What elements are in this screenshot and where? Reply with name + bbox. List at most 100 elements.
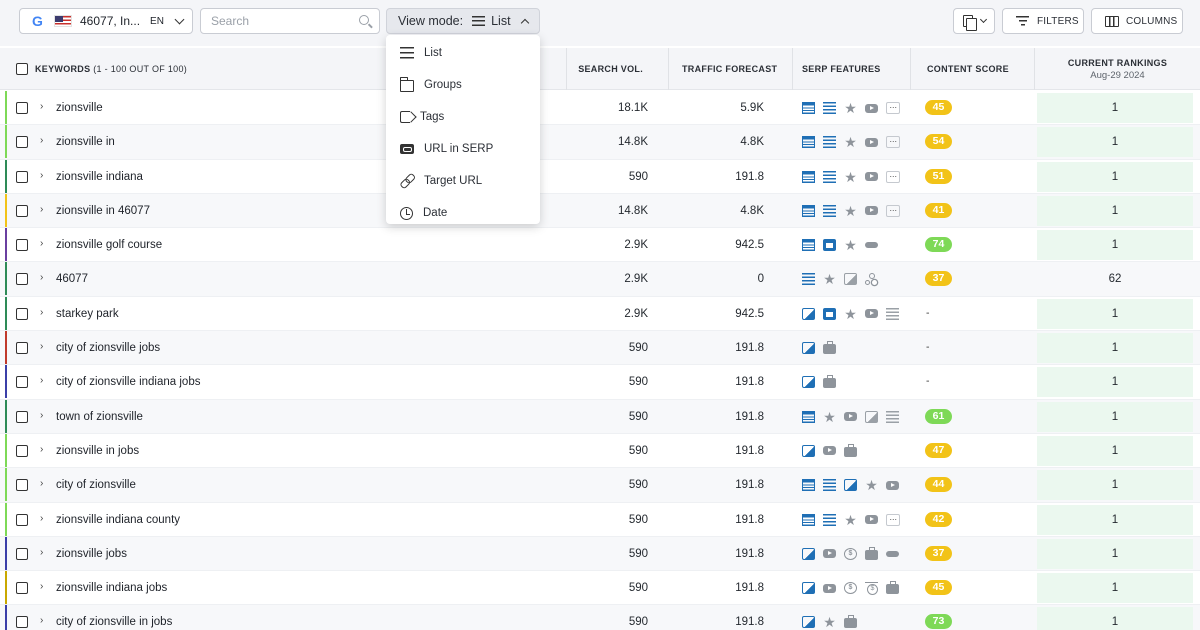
more-icon[interactable]: ··· (886, 204, 900, 217)
row-checkbox[interactable] (16, 170, 28, 183)
expand-chevron-icon[interactable]: › (40, 272, 43, 283)
expand-chevron-icon[interactable]: › (40, 513, 43, 524)
content-score-badge[interactable]: 47 (925, 442, 952, 458)
star-icon[interactable]: ★ (823, 615, 836, 629)
row-checkbox[interactable] (16, 479, 28, 492)
expand-chevron-icon[interactable]: › (40, 135, 43, 146)
more-icon[interactable]: ··· (886, 513, 900, 526)
row-checkbox[interactable] (16, 376, 28, 389)
jobs-icon[interactable] (823, 341, 836, 355)
expand-chevron-icon[interactable]: › (40, 238, 43, 249)
list-icon[interactable] (823, 479, 836, 492)
image-icon[interactable] (802, 547, 815, 560)
row-checkbox[interactable] (16, 410, 28, 423)
list-icon[interactable] (823, 136, 836, 149)
menu-item-date[interactable]: Date (386, 197, 540, 229)
menu-item-tags[interactable]: Tags (386, 101, 540, 133)
row-checkbox[interactable] (16, 273, 28, 286)
video-icon[interactable] (865, 137, 878, 147)
image-icon[interactable] (844, 479, 857, 492)
table-row[interactable]: › zionsville indiana jobs 590 191.8 $45 1 (0, 571, 1200, 606)
row-checkbox[interactable] (16, 307, 28, 320)
jobs-icon[interactable] (865, 546, 878, 560)
content-score-badge[interactable]: 41 (925, 202, 952, 218)
header-keywords[interactable]: KEYWORDS (1 - 100 OUT OF 100) (35, 48, 187, 90)
keyword-text[interactable]: town of zionsville (56, 411, 143, 423)
link-icon[interactable] (886, 550, 899, 557)
keyword-text[interactable]: 46077 (56, 273, 88, 285)
list-icon[interactable] (823, 170, 836, 183)
row-checkbox[interactable] (16, 547, 28, 560)
image-icon[interactable] (802, 307, 815, 320)
row-checkbox[interactable] (16, 136, 28, 149)
table-row[interactable]: › zionsville in jobs 590 191.8 47 1 (0, 433, 1200, 469)
star-icon[interactable]: ★ (844, 101, 857, 115)
row-checkbox[interactable] (16, 444, 28, 457)
expand-chevron-icon[interactable]: › (40, 170, 43, 181)
expand-chevron-icon[interactable]: › (40, 204, 43, 215)
copy-button[interactable] (953, 8, 995, 34)
content-score-badge[interactable]: 45 (925, 580, 952, 596)
table-row[interactable]: › zionsville in 46077 14.8K 4.8K ★ ··· 41 1 (0, 193, 1200, 229)
table-row[interactable]: › zionsville 18.1K 5.9K ★ ··· 45 1 (0, 91, 1200, 126)
jobs-icon[interactable] (844, 615, 857, 629)
list-icon[interactable] (823, 204, 836, 217)
video-icon[interactable] (865, 309, 878, 319)
image-icon[interactable] (802, 376, 815, 389)
featured-snippet-icon[interactable] (802, 204, 815, 217)
content-score-badge[interactable]: 61 (925, 408, 952, 424)
table-row[interactable]: › city of zionsville indiana jobs 590 191.8… (0, 365, 1200, 400)
row-checkbox[interactable] (16, 582, 28, 595)
video-icon[interactable] (886, 480, 899, 490)
expand-chevron-icon[interactable]: › (40, 478, 43, 489)
row-checkbox[interactable] (16, 204, 28, 217)
star-icon[interactable]: ★ (844, 204, 857, 218)
table-row[interactable]: › zionsville indiana county 590 191.8 ★ ··· 42… (0, 502, 1200, 537)
expand-chevron-icon[interactable]: › (40, 615, 43, 626)
keyword-text[interactable]: zionsville indiana county (56, 514, 180, 526)
video-icon[interactable] (865, 103, 878, 113)
featured-snippet-icon[interactable] (802, 170, 815, 183)
sitelinks-icon[interactable] (865, 273, 878, 286)
featured-snippet-icon[interactable] (802, 410, 815, 423)
list-icon[interactable] (886, 307, 899, 320)
ads-icon[interactable]: $ (844, 582, 857, 595)
image-icon[interactable] (802, 582, 815, 595)
content-score-badge[interactable]: - (926, 306, 953, 321)
keyword-text[interactable]: starkey park (56, 308, 119, 320)
image-icon[interactable] (865, 410, 878, 423)
star-icon[interactable]: ★ (844, 135, 857, 149)
list-icon[interactable] (823, 513, 836, 526)
calendar-icon[interactable] (823, 307, 836, 320)
table-row[interactable]: › city of zionsville jobs 590 191.8 - 1 (0, 331, 1200, 366)
header-serp-features[interactable]: SERP FEATURES (792, 48, 910, 90)
keyword-text[interactable]: zionsville in jobs (56, 445, 139, 457)
content-score-badge[interactable]: 51 (925, 168, 952, 184)
more-icon[interactable]: ··· (886, 102, 900, 114)
keyword-text[interactable]: city of zionsville indiana jobs (56, 376, 200, 388)
keyword-text[interactable]: city of zionsville in jobs (56, 616, 172, 628)
select-all-checkbox[interactable] (16, 63, 28, 75)
keyword-text[interactable]: zionsville (56, 102, 103, 114)
table-row[interactable]: › city of zionsville in jobs 590 191.8 ★ 73 1 (0, 605, 1200, 630)
expand-chevron-icon[interactable]: › (40, 375, 43, 386)
star-icon[interactable]: ★ (844, 307, 857, 321)
expand-chevron-icon[interactable]: › (40, 581, 43, 592)
table-row[interactable]: › zionsville jobs 590 191.8 $37 1 (0, 536, 1200, 572)
expand-chevron-icon[interactable]: › (40, 547, 43, 558)
featured-snippet-icon[interactable] (802, 102, 815, 114)
menu-item-groups[interactable]: Groups (386, 69, 540, 101)
keyword-text[interactable]: zionsville jobs (56, 548, 127, 560)
jobs-icon[interactable] (844, 443, 857, 457)
video-icon[interactable] (865, 172, 878, 182)
header-content-score[interactable]: CONTENT SCORE (910, 48, 1034, 90)
table-row[interactable]: › starkey park 2.9K 942.5 ★ - 1 (0, 296, 1200, 332)
table-row[interactable]: › zionsville golf course 2.9K 942.5 ★ 74 1 (0, 228, 1200, 263)
location-selector[interactable]: G 46077, In... EN (19, 8, 193, 34)
keyword-text[interactable]: zionsville indiana (56, 171, 143, 183)
featured-snippet-icon[interactable] (802, 239, 815, 252)
hotel-icon[interactable] (865, 582, 878, 596)
jobs-icon[interactable] (886, 581, 899, 595)
list-icon[interactable] (802, 273, 815, 286)
featured-snippet-icon[interactable] (802, 513, 815, 526)
